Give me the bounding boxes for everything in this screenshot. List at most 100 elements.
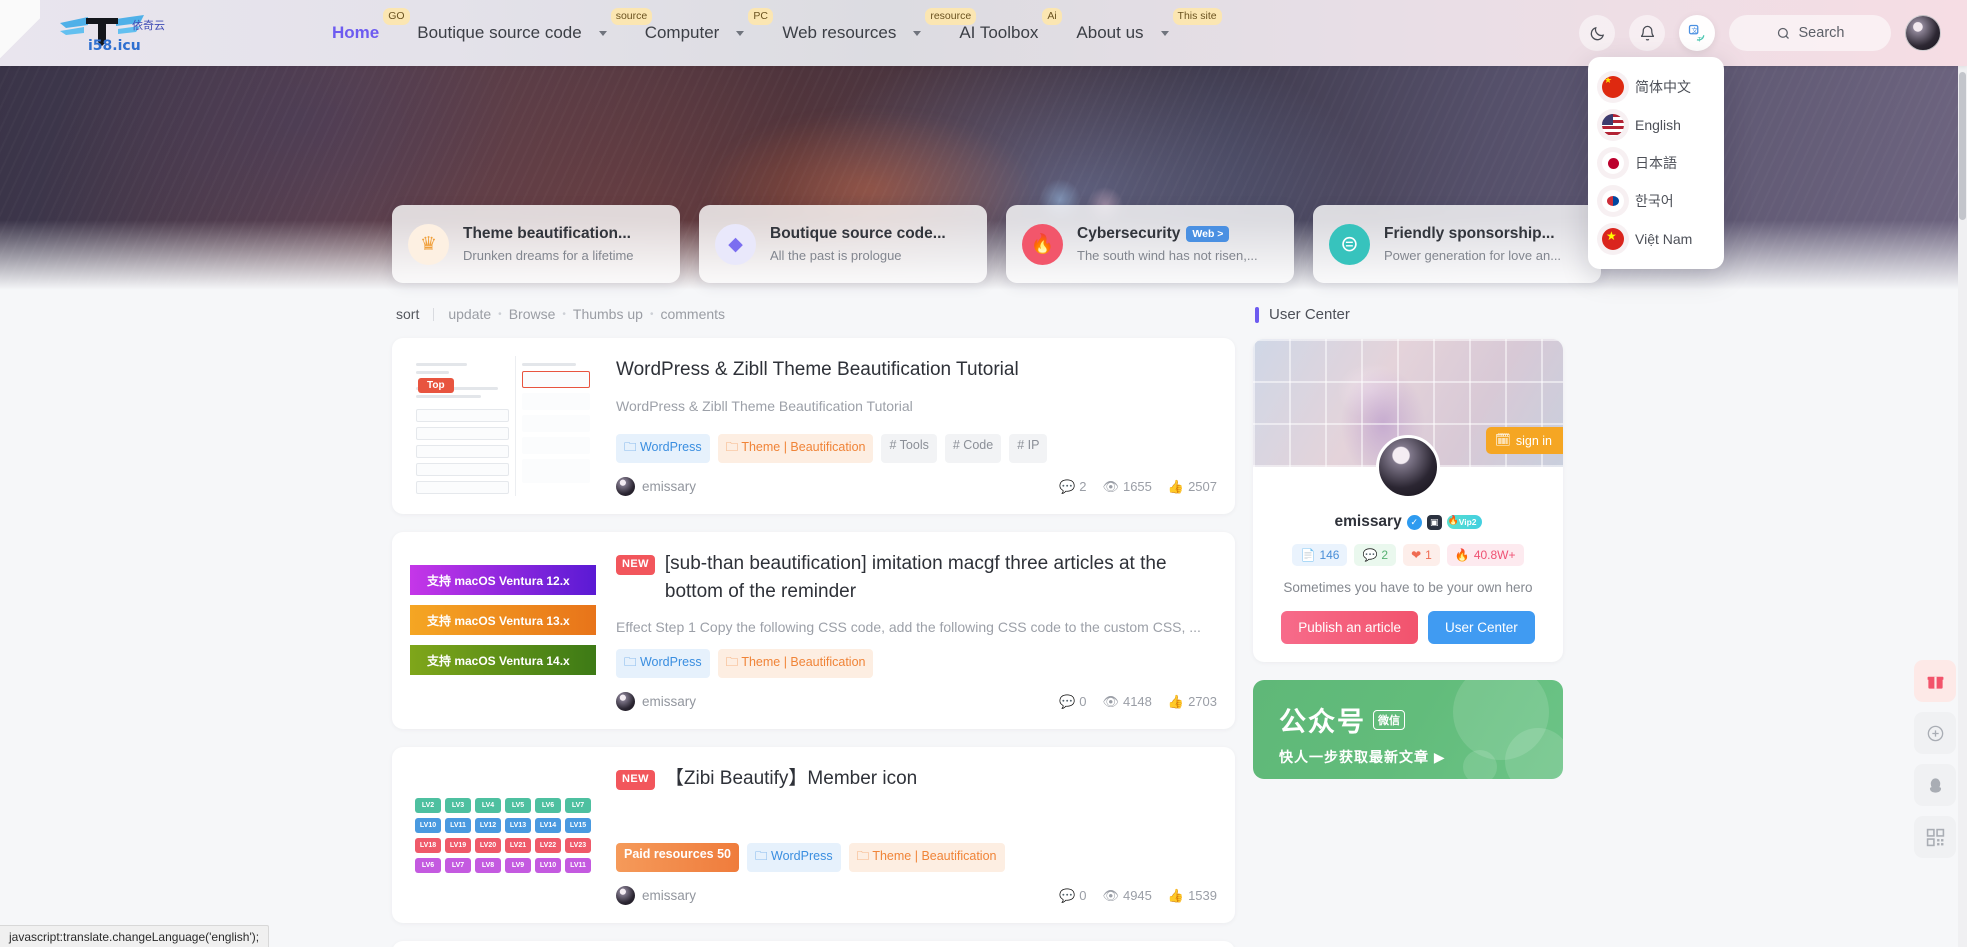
- level-chip: LV20: [475, 837, 501, 853]
- stat-views: 👁 1655: [1102, 478, 1152, 495]
- post-item[interactable]: Top WordPress & Zibll Theme Beautificati…: [392, 338, 1235, 514]
- tag-theme-beautification[interactable]: 🗀 Theme | Beautification: [848, 843, 1005, 873]
- author-name: emissary: [642, 479, 697, 494]
- sign-in-button[interactable]: 🗓 sign in: [1485, 427, 1563, 454]
- category-card-boutique-source-code[interactable]: ◆ Boutique source code... All the past i…: [699, 205, 987, 283]
- sort-option-browse[interactable]: Browse: [509, 306, 556, 322]
- category-card-friendly-sponsorship[interactable]: ⊜ Friendly sponsorship... Power generati…: [1313, 205, 1601, 283]
- nav-item-computer[interactable]: Computer PC: [643, 8, 773, 49]
- level-chip: LV5: [505, 797, 531, 813]
- nav-label: Boutique source code: [417, 23, 582, 42]
- sort-option-update[interactable]: update: [448, 306, 491, 322]
- scrollbar-thumb[interactable]: [1959, 72, 1966, 220]
- add-button[interactable]: [1914, 712, 1956, 754]
- post-item[interactable]: 支持 macOS Ventura 12.x 支持 macOS Ventura 1…: [392, 532, 1235, 730]
- language-label: 简体中文: [1635, 79, 1691, 95]
- qrcode-button[interactable]: [1914, 816, 1956, 858]
- post-tags: Paid resources 50 🗀 WordPress 🗀 Theme | …: [616, 829, 1217, 873]
- gift-icon-button[interactable]: [1914, 660, 1956, 702]
- level-chip: LV9: [505, 857, 531, 873]
- post-thumbnail[interactable]: Top: [410, 356, 596, 496]
- translate-icon: 文 T: [1688, 24, 1705, 42]
- tag-wordpress[interactable]: 🗀 WordPress: [616, 649, 710, 679]
- chevron-down-icon: [736, 30, 745, 36]
- category-card-cybersecurity[interactable]: 🔥 Cybersecurity Web > The south wind has…: [1006, 205, 1294, 283]
- language-switcher-button[interactable]: 文 T: [1679, 15, 1715, 51]
- nav-item-about-us[interactable]: About us This site: [1074, 8, 1222, 49]
- level-chip: LV23: [565, 837, 591, 853]
- post-title[interactable]: NEW 【Zibi Beautify】Member icon: [616, 765, 1217, 793]
- post-item[interactable]: [Zibli beautification] atmospheric and b…: [392, 941, 1235, 947]
- level-chip: LV10: [535, 857, 561, 873]
- header-avatar[interactable]: [1905, 15, 1941, 51]
- sort-option-thumbs-up[interactable]: Thumbs up: [573, 306, 643, 322]
- svg-text:T: T: [1697, 35, 1702, 42]
- badge-icon: ▣: [1426, 514, 1442, 530]
- nav-label: Web resources: [782, 23, 897, 42]
- qq-contact-button[interactable]: [1914, 764, 1956, 806]
- search-button[interactable]: Search: [1729, 15, 1891, 51]
- dot-separator: •: [562, 308, 566, 320]
- tag-theme-beautification[interactable]: 🗀 Theme | Beautification: [717, 434, 874, 463]
- nav-item-boutique-source-code[interactable]: Boutique source code source: [415, 8, 653, 49]
- language-option-en[interactable]: English: [1588, 106, 1724, 144]
- card-subtitle: The south wind has not risen,...: [1077, 248, 1258, 263]
- language-option-vi[interactable]: Việt Nam: [1588, 220, 1724, 258]
- tag-tools[interactable]: # Tools: [881, 434, 937, 463]
- qrcode-icon: [1926, 828, 1944, 846]
- category-cards: ♛ Theme beautification... Drunken dreams…: [392, 205, 1601, 283]
- site-logo[interactable]: i58.icu 依奇云: [58, 13, 208, 53]
- diamond-icon: ◆: [715, 223, 756, 265]
- language-option-ja[interactable]: 日本語: [1588, 144, 1724, 182]
- thumb-left-pane: [410, 356, 517, 496]
- stat-likes: ❤ 1: [1403, 544, 1440, 566]
- tag-wordpress[interactable]: 🗀 WordPress: [747, 843, 841, 873]
- stat-views: 👁 4945: [1102, 887, 1152, 904]
- nav-item-home[interactable]: Home GO: [330, 8, 410, 49]
- tag-code[interactable]: # Code: [944, 434, 1002, 463]
- post-author[interactable]: emissary: [616, 692, 696, 712]
- sidebar-header: User Center: [1253, 300, 1563, 339]
- stat-likes: 👍 1539: [1167, 887, 1217, 904]
- svg-text:依奇云: 依奇云: [132, 19, 165, 32]
- tag-ip[interactable]: # IP: [1009, 434, 1048, 463]
- dot-separator: •: [498, 308, 502, 320]
- publish-article-button[interactable]: Publish an article: [1281, 611, 1419, 644]
- calendar-icon: 🗓: [1494, 433, 1511, 447]
- tag-theme-beautification[interactable]: 🗀 Theme | Beautification: [717, 649, 874, 679]
- level-chip: LV11: [565, 857, 591, 873]
- wechat-promo-banner[interactable]: 公众号 微信 快人一步获取最新文章 ▶: [1253, 680, 1563, 779]
- nav-item-web-resources[interactable]: Web resources resource: [780, 8, 977, 49]
- crown-icon: ♛: [408, 223, 449, 265]
- stat-views: 👁 4148: [1102, 693, 1152, 710]
- post-author[interactable]: emissary: [616, 477, 696, 496]
- level-chip: LV10: [415, 817, 441, 833]
- user-center-button[interactable]: User Center: [1428, 611, 1535, 644]
- tag-paid-resources[interactable]: Paid resources 50: [616, 843, 740, 873]
- user-bio: Sometimes you have to be your own hero: [1283, 580, 1533, 595]
- language-option-ko[interactable]: 한국어: [1588, 182, 1724, 220]
- post-item[interactable]: LV2 LV3 LV4 LV5 LV6 LV7 LV10 LV11 LV12 L…: [392, 747, 1235, 924]
- category-card-theme-beautification[interactable]: ♛ Theme beautification... Drunken dreams…: [392, 205, 680, 283]
- sort-option-comments[interactable]: comments: [660, 306, 725, 322]
- language-label: 한국어: [1635, 193, 1674, 209]
- post-thumbnail[interactable]: 支持 macOS Ventura 12.x 支持 macOS Ventura 1…: [410, 550, 596, 690]
- post-title[interactable]: WordPress & Zibll Theme Beautification T…: [616, 356, 1217, 384]
- post-tags: 🗀 WordPress 🗀 Theme | Beautification # T…: [616, 420, 1217, 463]
- nav-item-ai-toolbox[interactable]: AI Toolbox Ai: [957, 8, 1062, 49]
- sidebar-title: User Center: [1269, 306, 1350, 323]
- post-description: WordPress & Zibll Theme Beautification T…: [616, 397, 913, 414]
- card-subtitle: All the past is prologue: [770, 248, 902, 263]
- search-label: Search: [1798, 25, 1845, 41]
- divider: [433, 307, 435, 321]
- language-option-zh[interactable]: 简体中文: [1588, 68, 1724, 106]
- dark-mode-toggle[interactable]: [1579, 15, 1615, 51]
- nav-label: Home: [332, 23, 380, 42]
- user-avatar[interactable]: [1376, 435, 1440, 499]
- tag-wordpress[interactable]: 🗀 WordPress: [616, 434, 710, 463]
- post-title[interactable]: NEW [sub-than beautification] imitation …: [616, 550, 1217, 605]
- chevron-down-icon: [598, 30, 607, 36]
- post-thumbnail[interactable]: LV2 LV3 LV4 LV5 LV6 LV7 LV10 LV11 LV12 L…: [410, 765, 596, 906]
- notifications-button[interactable]: [1629, 15, 1665, 51]
- post-author[interactable]: emissary: [616, 886, 696, 906]
